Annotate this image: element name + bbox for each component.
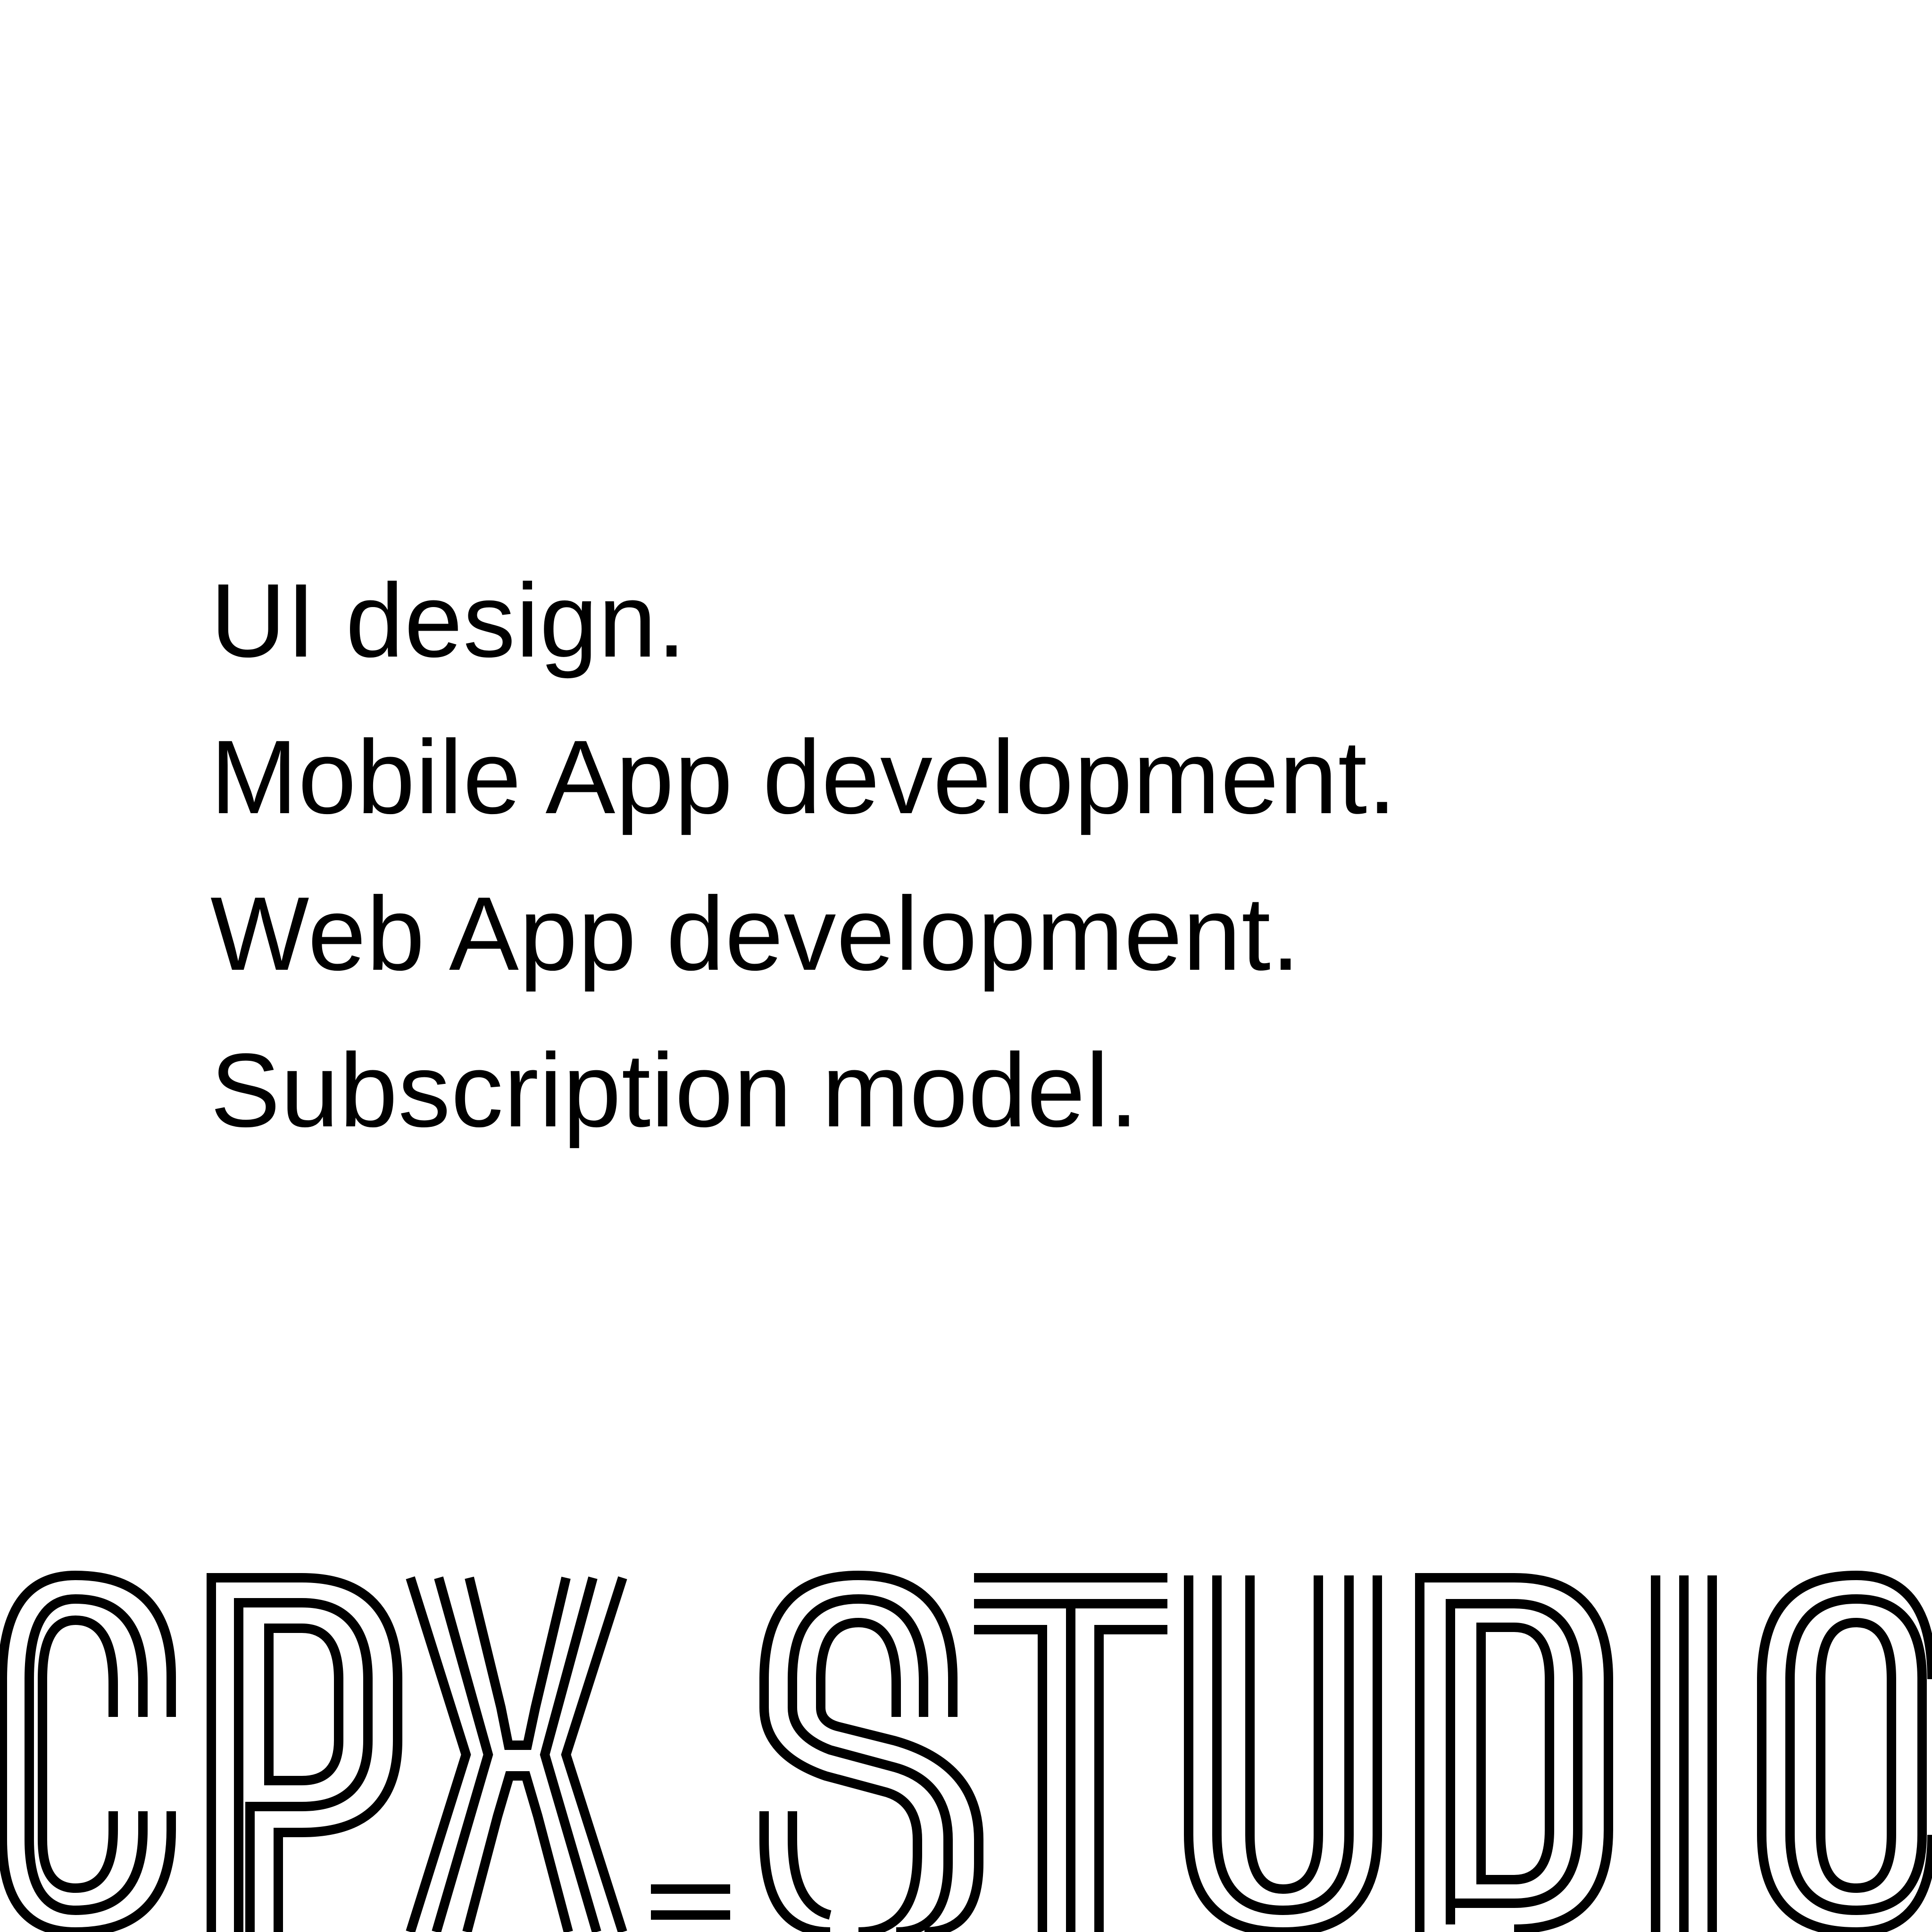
logo-letter-d xyxy=(1415,1573,1613,1932)
service-item-mobile-app: Mobile App development. xyxy=(210,719,1397,836)
logo-letter-p xyxy=(207,1573,402,1932)
logo-letter-u xyxy=(1184,1575,1382,1932)
logo-letter-t xyxy=(974,1573,1167,1932)
page: UI design. Mobile App development. Web A… xyxy=(0,0,1932,1932)
logo-letter-x xyxy=(406,1576,627,1932)
logo-letter-c xyxy=(0,1570,176,1932)
logo-letter-i xyxy=(1651,1575,1717,1932)
service-item-ui-design: UI design. xyxy=(210,562,687,679)
brand-wordmark-logo xyxy=(0,1570,1932,1932)
service-item-web-app: Web App development. xyxy=(210,875,1301,992)
logo-letter-o xyxy=(1757,1571,1932,1932)
service-item-subscription: Subscription model. xyxy=(210,1032,1139,1149)
logo-letter-s xyxy=(759,1570,983,1932)
services-list: UI design. Mobile App development. Web A… xyxy=(210,542,1397,1169)
logo-underscore xyxy=(651,1884,730,1920)
